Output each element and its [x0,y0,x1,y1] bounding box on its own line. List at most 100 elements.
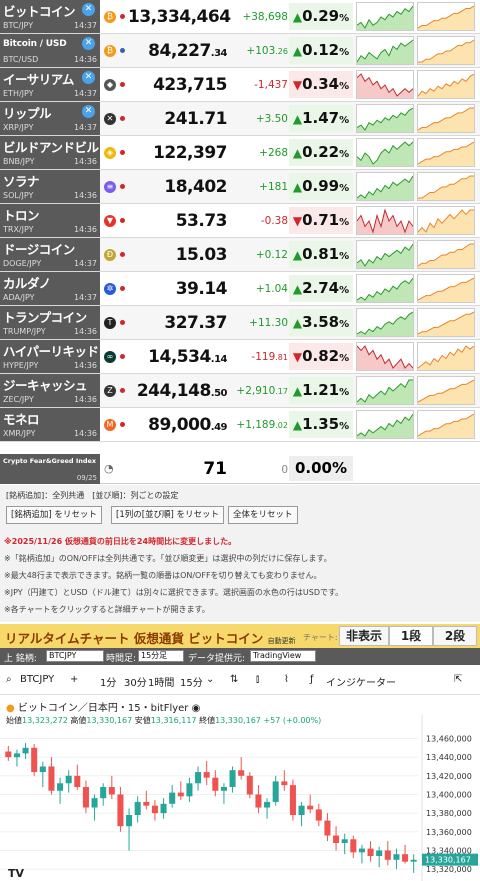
mini-chart[interactable] [417,206,475,235]
interval-30m[interactable]: 30分 [124,674,147,689]
price-decimal: .14 [210,354,228,365]
crypto-row[interactable]: ハイパーリキッド HYPE/JPY 14:36 ∞ 14,534.14 -119.81 ▼0… [0,340,480,374]
line-style-icon[interactable]: ⌇ [284,674,289,685]
percent-value: 0.81 [302,245,340,263]
crypto-row[interactable]: イーサリアム ETH/JPY 14:37 ✕ ◆ 423,715 -1,437 ▼0.34% [0,68,480,102]
coin-price: 15.03 [128,245,228,265]
crypto-row[interactable]: ソラナ SOL/JPY 14:36 ≡ 18,402 +181 ▲0.99% [0,170,480,204]
mini-chart[interactable] [356,308,414,337]
mini-chart[interactable] [417,274,475,303]
interval-1h[interactable]: 1時間 [148,674,174,689]
fear-greed-row[interactable]: Crypto Fear&Greed Index 09/25 ◔ 71 0 0.0… [0,454,480,484]
mini-chart-area [418,380,474,404]
crypto-row[interactable]: ビルドアンドビルド BNB/JPY 14:36 ◈ 122,397 +268 ▲0.22% [0,136,480,170]
percent-change: ▼0.82% [289,343,353,370]
x-share-icon[interactable]: ✕ [82,71,95,84]
mini-chart[interactable] [417,308,475,337]
arrow-down-icon: ▼ [292,78,303,92]
mini-chart[interactable] [417,172,475,201]
popout-icon[interactable]: ⇱ [454,674,462,685]
x-share-icon[interactable]: ✕ [82,105,95,118]
mini-chart[interactable] [417,70,475,99]
candle-style-icon[interactable]: ⫾ [256,674,259,685]
reset-order-button[interactable]: [1列の[並び順] をリセット [111,506,225,524]
hide-chart-button[interactable]: 非表示 [339,626,389,646]
mini-chart[interactable] [417,240,475,269]
crypto-row[interactable]: トランプコイン TRUMP/JPY 14:36 T 327.37 +11.30 ▲3.58% [0,306,480,340]
one-row-button[interactable]: 1段 [389,626,433,646]
mini-chart[interactable] [356,240,414,269]
crypto-row[interactable]: ビットコイン BTC/JPY 14:37 ✕ ₿ 13,334,464 +38,698 ▲0.… [0,0,480,34]
mini-chart[interactable] [356,172,414,201]
tv-symbol[interactable]: BTCJPY [20,674,54,685]
candle-body [126,815,133,827]
mini-chart[interactable] [417,376,475,405]
price-main: 423,715 [153,75,227,95]
percent-sign: % [339,115,350,126]
mini-chart[interactable] [356,104,414,133]
crypto-row[interactable]: ジーキャッシュ ZEC/JPY 14:36 Z 244,148.50 +2,910.17 ▲… [0,374,480,408]
percent-sign: % [339,387,350,398]
tradingview-widget[interactable]: ⌕ BTCJPY + 1分 30分 1時間 15分 ⌄ ⇅ ⫾ ⌇ ƒ インジケ… [0,665,480,881]
jp-flag-icon [120,184,125,189]
update-time: 14:36 [73,191,97,200]
mini-chart[interactable] [417,2,475,31]
crypto-row[interactable]: リップル XRP/JPY 14:37 ✕ ✕ 241.71 +3.50 ▲1.47% [0,102,480,136]
percent-value: 2.74 [302,279,340,297]
coin-pair: BTC/JPY [3,21,34,30]
reset-add-button[interactable]: [銘柄追加] をリセット [6,506,102,524]
mini-chart[interactable] [356,70,414,99]
mini-chart[interactable] [356,376,414,405]
note-1: ※「銘柄追加」のON/OFFは全列共通です。「並び順変更」は選択中の列だけに保存… [4,554,332,563]
mini-chart[interactable] [417,36,475,65]
mini-chart[interactable] [356,138,414,167]
interval-1m[interactable]: 1分 [100,674,116,689]
indicator-icon[interactable]: ƒ [310,674,314,685]
mini-chart[interactable] [417,410,475,439]
candle-body [384,850,391,860]
coin-pair: BTC/USD [3,55,39,64]
crypto-row[interactable]: モネロ XMR/JPY 14:36 M 89,000.49 +1,189.02 ▲1.35% [0,408,480,442]
price-change: -119.81 [228,351,288,363]
mini-chart[interactable] [417,138,475,167]
mini-chart[interactable] [417,104,475,133]
coin-price: 122,397 [128,143,227,163]
candlestick-chart[interactable]: 13,460,000 13,440,000 13,420,000 13,400,000… [0,695,480,881]
interval-15m[interactable]: 15分 [180,674,203,689]
crypto-row[interactable]: Bitcoin / USD BTC/USD 14:36 ✕ ₿ 84,227.34 +103… [0,34,480,68]
reset-all-button[interactable]: 全体をリセット [228,506,298,524]
change-main: +1,189 [236,419,276,431]
two-row-button[interactable]: 2段 [433,626,477,646]
mini-chart[interactable] [356,2,414,31]
x-share-icon[interactable]: ✕ [82,37,95,50]
chevron-down-icon[interactable]: ⌄ [206,674,214,685]
search-icon[interactable]: ⌕ [6,674,12,685]
price-change: +1,189.02 [228,419,288,431]
crypto-row[interactable]: トロン TRX/JPY 14:36 ▼ 53.73 -0.38 ▼0.71% [0,204,480,238]
bnb-icon: ◈ [104,147,116,159]
update-time: 14:37 [73,259,97,268]
candle-body [65,775,72,784]
price-change: +11.30 [228,317,288,329]
mini-chart[interactable] [356,410,414,439]
mini-chart[interactable] [356,274,414,303]
arrow-up-icon: ▲ [292,146,303,160]
mini-chart[interactable] [356,36,414,65]
crypto-row[interactable]: ドージコイン DOGE/JPY 14:37 Ð 15.03 +0.12 ▲0.81% [0,238,480,272]
candle-body [341,839,348,843]
jp-flag-icon [120,354,125,359]
x-share-icon[interactable]: ✕ [82,3,95,16]
price-change: +103.26 [228,45,288,57]
mini-chart[interactable] [356,206,414,235]
indicators-button[interactable]: インジケーター [326,674,396,689]
crypto-row[interactable]: カルダノ ADA/JPY 14:37 ✲ 39.14 +1.04 ▲2.74% [0,272,480,306]
interval-select[interactable]: 15分足 [138,650,184,662]
compare-icon[interactable]: ⇅ [230,674,238,685]
mini-chart[interactable] [356,342,414,371]
mini-chart[interactable] [417,342,475,371]
add-symbol-icon[interactable]: + [70,674,78,685]
price-main: 244,148 [136,381,211,401]
symbol-select[interactable]: BTCJPY [46,650,104,662]
provider-select[interactable]: TradingView [250,650,316,662]
coin-name: Bitcoin / USD [3,39,67,49]
